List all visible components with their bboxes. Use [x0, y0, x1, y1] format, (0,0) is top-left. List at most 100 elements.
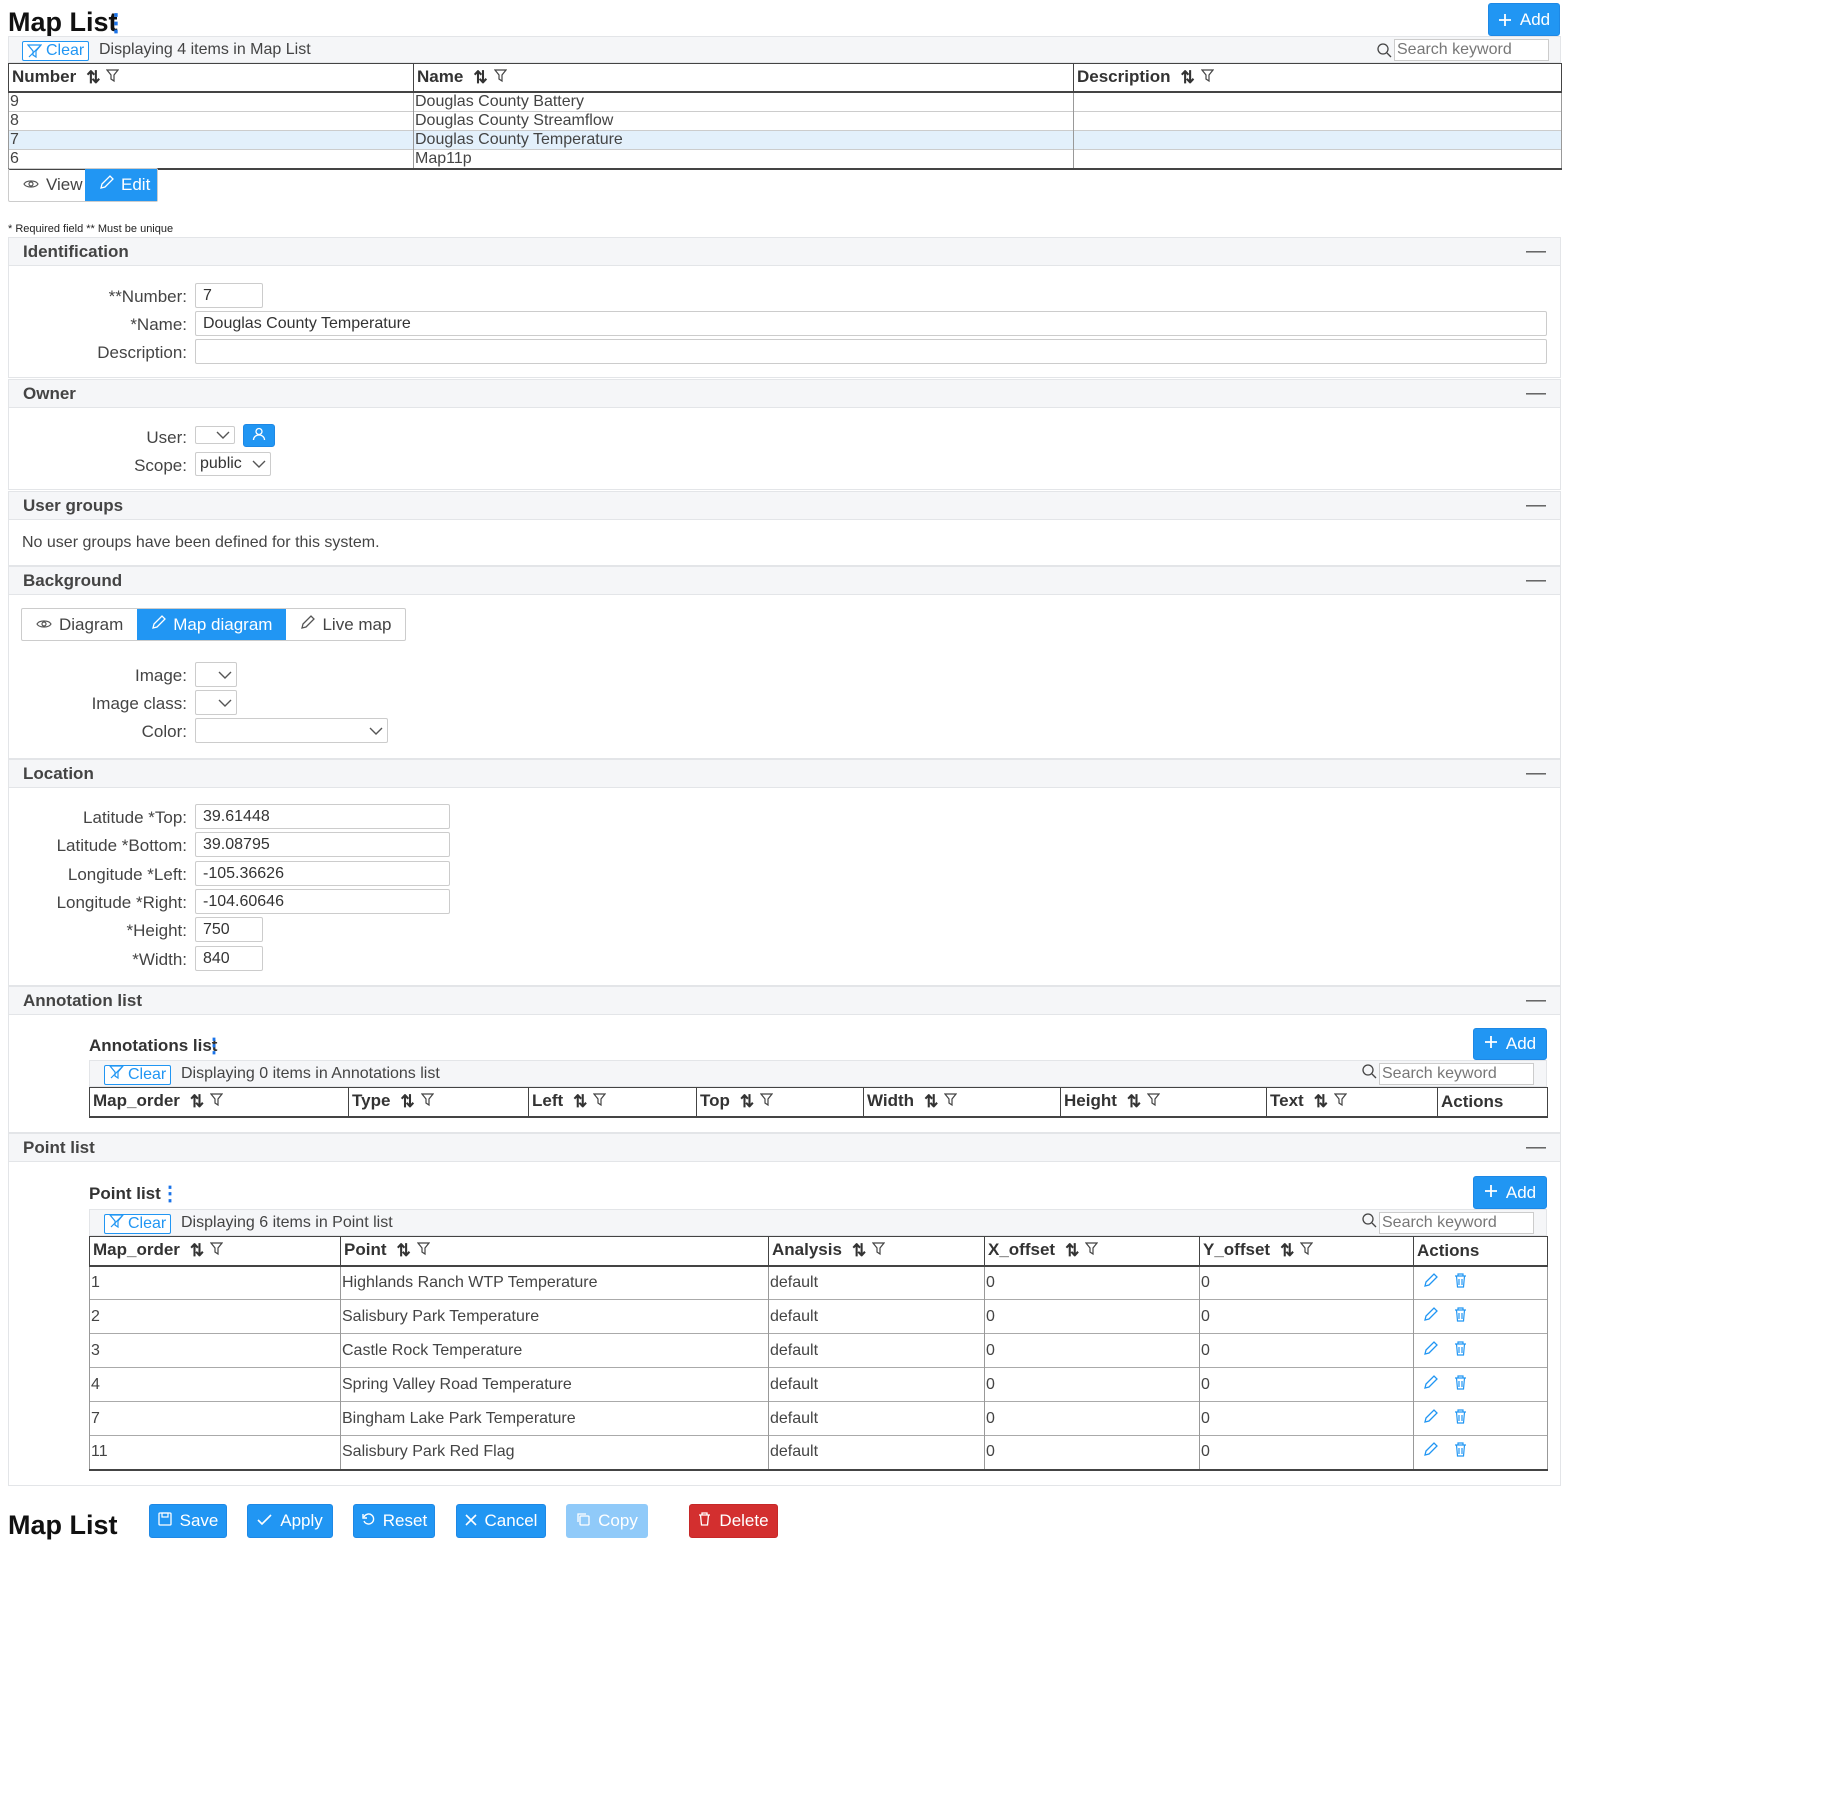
- apply-button[interactable]: Apply: [247, 1504, 333, 1538]
- trash-icon[interactable]: [1454, 1374, 1467, 1395]
- name-field[interactable]: Douglas County Temperature: [195, 311, 1547, 336]
- filter-icon[interactable]: [1300, 1241, 1314, 1261]
- table-row[interactable]: 6 Map11p: [8, 149, 1562, 169]
- column-header-left[interactable]: Left ⇅: [528, 1087, 697, 1118]
- trash-icon[interactable]: [1454, 1306, 1467, 1327]
- filter-icon[interactable]: [493, 68, 507, 88]
- column-header-y-offset[interactable]: Y_offset ⇅: [1199, 1236, 1414, 1267]
- column-header-point[interactable]: Point ⇅: [340, 1236, 769, 1267]
- column-header-height[interactable]: Height ⇅: [1060, 1087, 1267, 1118]
- section-header[interactable]: Background —: [9, 567, 1560, 595]
- sort-icon[interactable]: ⇅: [1314, 1092, 1328, 1112]
- latitude-bottom-field[interactable]: 39.08795: [195, 832, 450, 857]
- trash-icon[interactable]: [1454, 1340, 1467, 1361]
- sort-icon[interactable]: ⇅: [397, 1241, 411, 1261]
- save-button[interactable]: Save: [149, 1504, 227, 1538]
- copy-button[interactable]: Copy: [566, 1504, 648, 1538]
- filter-icon[interactable]: [209, 1092, 224, 1112]
- filter-icon[interactable]: [416, 1241, 430, 1261]
- point-list-search[interactable]: Search keyword: [1362, 1212, 1534, 1234]
- filter-icon[interactable]: [420, 1092, 434, 1112]
- sort-icon[interactable]: ⇅: [190, 1092, 204, 1112]
- trash-icon[interactable]: [1454, 1408, 1467, 1429]
- minus-icon[interactable]: —: [1526, 494, 1546, 517]
- table-row[interactable]: 8 Douglas County Streamflow: [8, 111, 1562, 130]
- add-point-button[interactable]: Add: [1473, 1176, 1547, 1209]
- sort-icon[interactable]: ⇅: [86, 68, 100, 88]
- pencil-icon[interactable]: [1423, 1272, 1438, 1293]
- filter-icon[interactable]: [759, 1092, 774, 1112]
- view-tab[interactable]: View: [9, 169, 85, 201]
- height-field[interactable]: 750: [195, 917, 263, 942]
- add-annotation-button[interactable]: Add: [1473, 1028, 1547, 1060]
- column-header-description[interactable]: Description ⇅: [1073, 63, 1562, 93]
- tab-map-diagram[interactable]: Map diagram: [137, 609, 287, 640]
- minus-icon[interactable]: —: [1526, 240, 1546, 263]
- column-header-number[interactable]: Number ⇅: [8, 63, 414, 93]
- minus-icon[interactable]: —: [1526, 762, 1546, 785]
- column-header-analysis[interactable]: Analysis ⇅: [768, 1236, 985, 1267]
- cancel-button[interactable]: Cancel: [456, 1504, 546, 1538]
- table-row[interactable]: 11 Salisbury Park Red Flag default 0 0: [89, 1435, 1548, 1470]
- sort-icon[interactable]: ⇅: [400, 1092, 414, 1112]
- user-lookup-button[interactable]: [243, 424, 275, 447]
- description-field[interactable]: [195, 339, 1547, 364]
- clear-filter-button[interactable]: Clear: [104, 1065, 172, 1085]
- delete-button[interactable]: Delete: [689, 1504, 778, 1538]
- pencil-icon[interactable]: [1423, 1306, 1438, 1327]
- section-header[interactable]: Point list —: [9, 1134, 1560, 1162]
- filter-icon[interactable]: [1146, 1092, 1161, 1112]
- minus-icon[interactable]: —: [1526, 382, 1546, 405]
- map-list-search[interactable]: Search keyword: [1377, 39, 1549, 61]
- table-row[interactable]: 7 Bingham Lake Park Temperature default 0 0: [89, 1401, 1548, 1436]
- filter-icon[interactable]: [1333, 1092, 1348, 1112]
- search-input[interactable]: Search keyword: [1379, 1212, 1534, 1234]
- tab-diagram[interactable]: Diagram: [22, 609, 137, 640]
- table-row[interactable]: 1 Highlands Ranch WTP Temperature default 0…: [89, 1265, 1548, 1300]
- search-input[interactable]: Search keyword: [1394, 39, 1549, 61]
- longitude-right-field[interactable]: -104.60646: [195, 889, 450, 914]
- search-input[interactable]: Search keyword: [1379, 1063, 1534, 1085]
- table-row[interactable]: 9 Douglas County Battery: [8, 91, 1562, 111]
- kebab-menu-icon[interactable]: ⋮: [204, 1036, 224, 1056]
- sort-icon[interactable]: ⇅: [573, 1092, 587, 1112]
- column-header-map-order[interactable]: Map_order ⇅: [89, 1236, 341, 1267]
- sort-icon[interactable]: ⇅: [1280, 1241, 1294, 1261]
- filter-icon[interactable]: [1085, 1241, 1099, 1261]
- minus-icon[interactable]: —: [1526, 989, 1546, 1012]
- column-header-map-order[interactable]: Map_order ⇅: [89, 1087, 349, 1118]
- trash-icon[interactable]: [1454, 1273, 1467, 1293]
- section-header[interactable]: User groups —: [9, 492, 1560, 520]
- filter-icon[interactable]: [593, 1092, 607, 1112]
- filter-icon[interactable]: [209, 1241, 224, 1261]
- clear-filter-button[interactable]: Clear: [104, 1214, 172, 1234]
- kebab-menu-icon[interactable]: ⋮: [160, 1184, 180, 1204]
- table-row-selected[interactable]: 7 Douglas County Temperature: [8, 130, 1562, 149]
- number-field[interactable]: 7: [195, 283, 263, 308]
- image-select[interactable]: [195, 662, 237, 687]
- annotations-search[interactable]: Search keyword: [1362, 1063, 1534, 1085]
- table-row[interactable]: 4 Spring Valley Road Temperature default 0 0: [89, 1367, 1548, 1402]
- sort-icon[interactable]: ⇅: [473, 68, 487, 88]
- kebab-menu-icon[interactable]: ⋮: [104, 12, 128, 36]
- latitude-top-field[interactable]: 39.61448: [195, 804, 450, 829]
- table-row[interactable]: 2 Salisbury Park Temperature default 0 0: [89, 1299, 1548, 1334]
- sort-icon[interactable]: ⇅: [1127, 1092, 1141, 1112]
- pencil-icon[interactable]: [1423, 1340, 1438, 1361]
- section-header[interactable]: Location —: [9, 760, 1560, 788]
- pencil-icon[interactable]: [1423, 1374, 1438, 1395]
- sort-icon[interactable]: ⇅: [852, 1241, 866, 1261]
- sort-icon[interactable]: ⇅: [740, 1092, 754, 1112]
- clear-filter-button[interactable]: Clear: [22, 41, 90, 61]
- filter-icon[interactable]: [1200, 68, 1215, 88]
- scope-select[interactable]: public: [195, 452, 271, 476]
- tab-live-map[interactable]: Live map: [286, 609, 405, 640]
- table-row[interactable]: 3 Castle Rock Temperature default 0 0: [89, 1333, 1548, 1368]
- column-header-x-offset[interactable]: X_offset ⇅: [984, 1236, 1200, 1267]
- filter-icon[interactable]: [944, 1092, 958, 1112]
- color-select[interactable]: [195, 718, 388, 743]
- reset-button[interactable]: Reset: [353, 1504, 435, 1538]
- sort-icon[interactable]: ⇅: [190, 1241, 204, 1261]
- sort-icon[interactable]: ⇅: [1181, 68, 1195, 88]
- minus-icon[interactable]: —: [1526, 569, 1546, 592]
